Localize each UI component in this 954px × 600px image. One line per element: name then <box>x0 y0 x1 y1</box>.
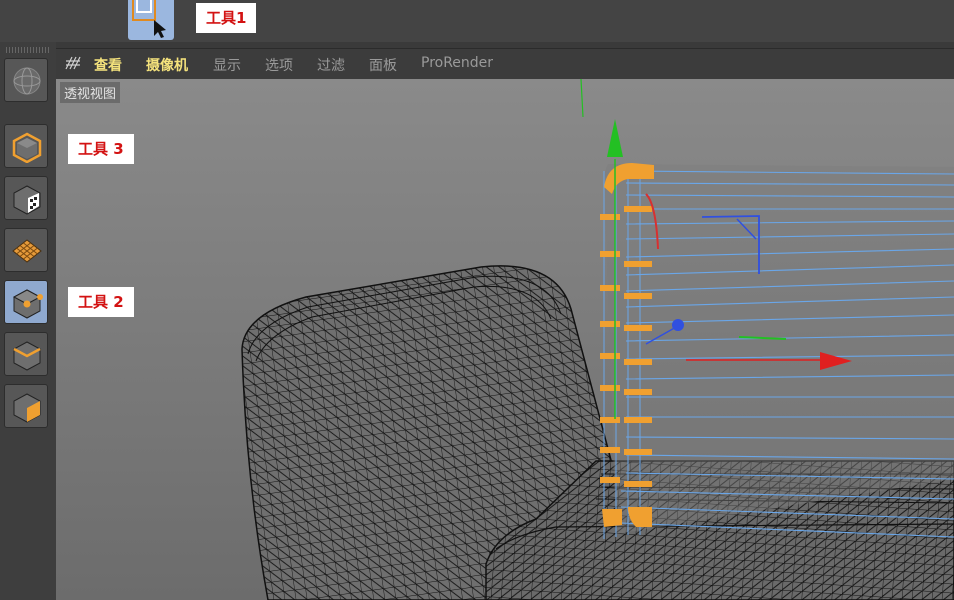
texture-mode-icon <box>13 185 41 215</box>
selection-tool-icon <box>132 0 166 38</box>
toolbar-grip[interactable] <box>6 47 50 53</box>
render-sphere-icon <box>13 67 41 95</box>
menu-grip-icon[interactable] <box>64 55 82 71</box>
point-mode-button[interactable] <box>4 280 48 324</box>
perspective-viewport[interactable]: 透视视图 工具 3 工具 2 <box>56 79 954 600</box>
menu-options[interactable]: 选项 <box>265 55 293 75</box>
polygon-mode-icon <box>12 239 42 263</box>
viewport-title: 透视视图 <box>60 82 121 103</box>
menu-camera[interactable]: 摄像机 <box>146 55 188 75</box>
callout-tool1: 工具1 <box>196 3 257 33</box>
left-toolbar <box>0 42 56 600</box>
render-sphere-button[interactable] <box>4 58 48 102</box>
menu-prorender[interactable]: ProRender <box>421 55 493 71</box>
face-mode-button[interactable] <box>4 384 48 428</box>
callout-tool3: 工具 3 <box>68 134 134 164</box>
menu-display[interactable]: 显示 <box>213 55 241 75</box>
viewport-canvas <box>56 79 954 600</box>
top-toolbar: 工具1 <box>0 0 954 42</box>
viewport-menu-bar: 查看 摄像机 显示 选项 过滤 面板 ProRender <box>56 48 954 79</box>
object-mode-icon <box>12 132 42 163</box>
menu-panel[interactable]: 面板 <box>369 55 397 75</box>
face-mode-icon <box>13 393 41 423</box>
callout-tool2: 工具 2 <box>68 287 134 317</box>
point-mode-icon <box>12 289 43 319</box>
edge-mode-button[interactable] <box>4 332 48 376</box>
polygon-mode-button[interactable] <box>4 228 48 272</box>
edge-mode-icon <box>13 341 41 371</box>
menu-view[interactable]: 查看 <box>94 55 122 75</box>
selection-tool-button[interactable] <box>128 0 174 40</box>
selected-object-wireframe[interactable] <box>600 163 954 539</box>
texture-mode-button[interactable] <box>4 176 48 220</box>
object-mode-button[interactable] <box>4 124 48 168</box>
menu-filter[interactable]: 过滤 <box>317 55 345 75</box>
